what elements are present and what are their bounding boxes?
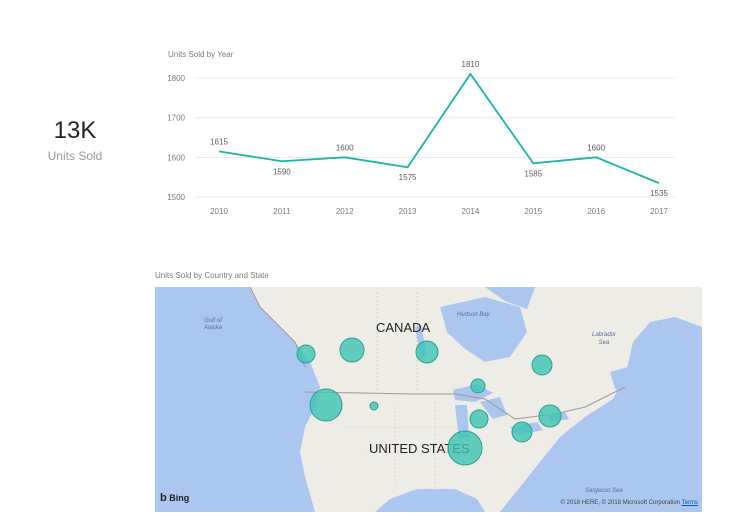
data-label: 1600 [587, 143, 605, 152]
map-copyright: © 2018 HERE, © 2018 Microsoft Corporatio… [561, 500, 698, 506]
data-point[interactable] [406, 165, 410, 169]
x-tick-label: 2013 [399, 207, 417, 216]
data-point[interactable] [468, 72, 472, 76]
x-tick-label: 2011 [273, 207, 291, 216]
y-tick-label: 1800 [167, 74, 185, 83]
map-bubble[interactable] [309, 388, 343, 422]
bing-logo: b Bing [160, 492, 190, 504]
units-by-region-map[interactable]: Gulf of Alaska Hudson Bay Labrador Sea S… [155, 287, 702, 512]
map-title: Units Sold by Country and State [155, 271, 269, 280]
map-bubble[interactable] [415, 340, 439, 364]
data-label: 1615 [210, 137, 228, 146]
kpi-value: 13K [53, 117, 97, 144]
data-label: 1575 [399, 173, 417, 182]
data-label: 1590 [273, 167, 291, 176]
copyright-text: © 2018 HERE, © 2018 Microsoft Corporatio… [560, 500, 681, 506]
units-by-year-line-chart[interactable]: 1500 1600 1700 1800 2010 2011 2012 2013 2014 2015… [160, 60, 690, 225]
map-bubble[interactable] [469, 409, 489, 429]
x-tick-label: 2014 [462, 207, 480, 216]
data-label: 1585 [524, 169, 542, 178]
y-tick-label: 1700 [167, 114, 185, 123]
kpi-label: Units Sold [47, 149, 103, 163]
data-label: 1600 [336, 143, 354, 152]
bing-label: Bing [169, 493, 190, 503]
y-tick-label: 1600 [167, 153, 185, 162]
data-point[interactable] [343, 155, 347, 159]
y-tick-label: 1500 [167, 193, 185, 202]
x-tick-label: 2015 [524, 207, 542, 216]
x-tick-label: 2017 [650, 207, 668, 216]
map-bubble[interactable] [531, 354, 553, 376]
terms-link[interactable]: Terms [682, 500, 698, 506]
map-bubble[interactable] [538, 404, 562, 428]
x-tick-label: 2010 [210, 207, 228, 216]
x-tick-label: 2016 [587, 207, 605, 216]
map-bubble[interactable] [369, 401, 379, 411]
map-bubble[interactable] [511, 421, 533, 443]
data-label: 1810 [462, 60, 480, 69]
map-bubble[interactable] [447, 430, 483, 466]
map-bubble-layer [296, 337, 562, 466]
line-chart-title: Units Sold by Year [168, 50, 234, 59]
map-bubble[interactable] [470, 378, 486, 394]
map-bubble[interactable] [339, 337, 365, 363]
data-point[interactable] [594, 155, 598, 159]
kpi-card[interactable]: 13K Units Sold [20, 115, 130, 163]
data-point[interactable] [657, 181, 661, 185]
map-bubble[interactable] [296, 344, 316, 364]
data-point[interactable] [217, 149, 221, 153]
data-point[interactable] [280, 159, 284, 163]
data-point[interactable] [531, 161, 535, 165]
data-label: 1535 [650, 189, 668, 198]
x-tick-label: 2012 [336, 207, 354, 216]
